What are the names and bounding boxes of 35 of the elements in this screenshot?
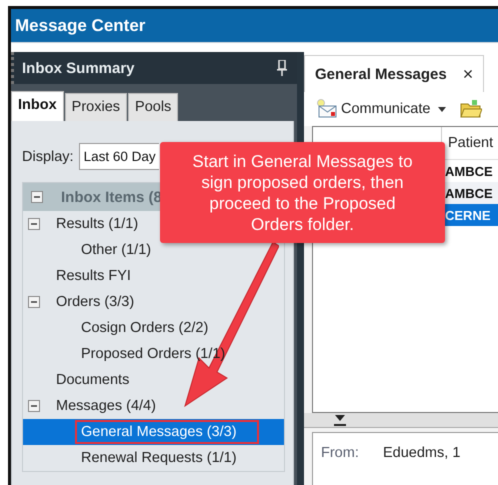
tree-item[interactable]: Messages (4/4) bbox=[50, 394, 162, 418]
close-icon[interactable]: × bbox=[462, 64, 474, 84]
panel-title: Inbox Summary bbox=[22, 60, 135, 76]
column-header[interactable]: Patient bbox=[442, 127, 498, 159]
collapse-icon[interactable] bbox=[28, 296, 40, 308]
highlighted-label: General Messages (3/3) bbox=[75, 420, 259, 444]
pin-icon[interactable] bbox=[277, 60, 287, 76]
collapse-icon[interactable] bbox=[28, 218, 40, 230]
field-label: From: bbox=[321, 445, 360, 461]
tab[interactable]: Proxies bbox=[64, 93, 128, 121]
tree-item[interactable]: Cosign Orders (2/2) bbox=[75, 316, 214, 340]
display-dropdown[interactable]: Last 60 Day bbox=[78, 143, 159, 170]
collapse-arrow-icon[interactable] bbox=[334, 414, 346, 426]
display-label: Display: bbox=[22, 148, 74, 164]
tree-item[interactable]: Renewal Requests (1/1) bbox=[75, 446, 243, 470]
tree-item[interactable]: General Messages (3/3) bbox=[23, 419, 284, 445]
tab[interactable]: Pools bbox=[128, 93, 178, 121]
field-value: Eduedms, 1 bbox=[383, 445, 460, 461]
table-cell[interactable]: CERNE bbox=[442, 204, 498, 226]
tree-item[interactable]: Documents bbox=[50, 368, 136, 392]
folder-icon[interactable] bbox=[460, 99, 482, 119]
window-title: Message Center bbox=[11, 9, 498, 42]
tree-item[interactable]: Other (1/1) bbox=[75, 238, 158, 262]
callout-tooltip: Start in General Messages to sign proposed orders, then proceed to the Proposed Orders folder. bbox=[160, 142, 445, 243]
table-cell[interactable]: AMBCE bbox=[442, 182, 498, 204]
caret-icon bbox=[438, 106, 446, 112]
tab[interactable]: General Messages × bbox=[304, 55, 484, 92]
table-cell[interactable]: AMBCE bbox=[442, 160, 498, 182]
tab[interactable]: Inbox bbox=[11, 91, 64, 121]
tree-item[interactable]: Orders (3/3) bbox=[50, 290, 140, 314]
tree-item[interactable]: Results (1/1) bbox=[50, 212, 144, 236]
tree-item[interactable]: Results FYI bbox=[50, 264, 137, 288]
envelope-icon bbox=[316, 99, 338, 119]
collapse-icon[interactable] bbox=[31, 191, 43, 203]
collapse-icon[interactable] bbox=[28, 400, 40, 412]
